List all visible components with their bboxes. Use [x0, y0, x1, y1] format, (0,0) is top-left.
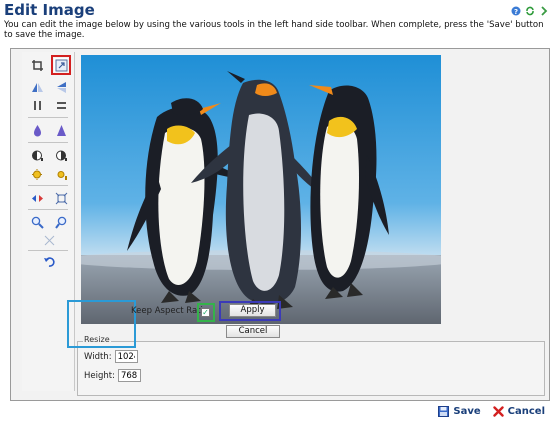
brightness-increase-icon[interactable] [54, 167, 68, 181]
stretch-horizontal-icon[interactable] [30, 98, 44, 112]
image-canvas[interactable] [81, 55, 441, 324]
blur-icon[interactable] [30, 123, 44, 137]
checkbox-highlight [197, 303, 215, 322]
contrast-increase-icon[interactable] [54, 148, 68, 162]
close-panel-icon[interactable] [539, 6, 549, 16]
zoom-in-icon[interactable] [30, 215, 44, 229]
page-description: You can edit the image below by using th… [4, 20, 544, 40]
apply-highlight [219, 301, 281, 321]
save-button[interactable]: Save [438, 406, 481, 417]
help-icon[interactable]: ? [511, 6, 521, 16]
header-icons: ? [511, 6, 549, 16]
cancel-icon [492, 406, 504, 417]
resize-icon[interactable] [51, 55, 71, 75]
rotate-icon[interactable] [30, 191, 44, 205]
sharpen-icon[interactable] [54, 123, 68, 137]
undo-icon[interactable] [42, 254, 56, 268]
resize-panel: Resize Width: Height: [77, 335, 545, 396]
width-input[interactable] [114, 350, 138, 363]
brightness-decrease-icon[interactable] [30, 167, 44, 181]
crop-icon[interactable] [30, 58, 44, 72]
footer-actions: Save Cancel [438, 406, 545, 417]
fit-icon[interactable] [54, 191, 68, 205]
dimension-highlight [67, 300, 136, 348]
cancel-button[interactable]: Cancel [492, 406, 545, 417]
height-input[interactable] [117, 369, 141, 382]
width-label: Width: [84, 351, 112, 362]
refresh-icon[interactable] [525, 6, 535, 16]
stretch-vertical-icon[interactable] [54, 98, 68, 112]
image-editor: Resize Width: Height: [10, 48, 550, 401]
zoom-out-icon[interactable] [54, 215, 68, 229]
penguins-image [81, 55, 441, 324]
height-label: Height: [84, 370, 115, 381]
svg-text:?: ? [514, 8, 518, 16]
save-icon [438, 406, 450, 417]
contrast-decrease-icon[interactable] [30, 148, 44, 162]
flip-vertical-icon[interactable] [54, 80, 68, 94]
reset-zoom-icon[interactable] [42, 233, 56, 247]
cancel-resize-button[interactable]: Cancel [226, 325, 280, 338]
flip-horizontal-icon[interactable] [30, 80, 44, 94]
save-label: Save [453, 406, 481, 417]
page-title: Edit Image [4, 1, 95, 19]
cancel-label: Cancel [507, 406, 545, 417]
